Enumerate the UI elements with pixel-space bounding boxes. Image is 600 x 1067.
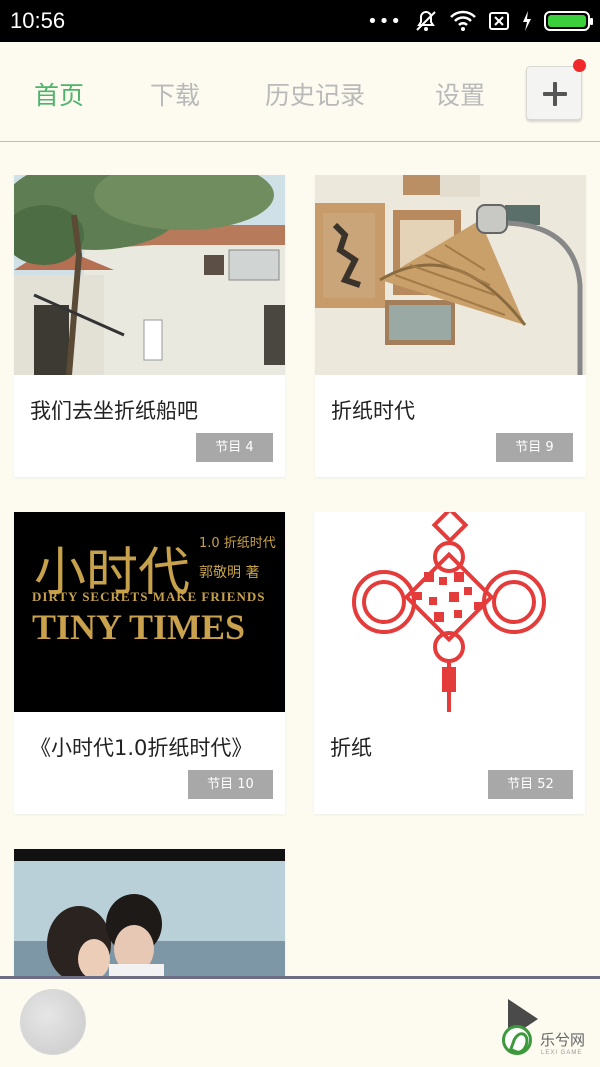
- poster-author: 郭敬明 著: [199, 565, 260, 581]
- sim-icon: [489, 12, 509, 30]
- album-card[interactable]: 小时代 1.0 折纸时代 郭敬明 著 DIRTY SECRETS MAKE FR…: [14, 512, 285, 814]
- album-avatar[interactable]: [20, 989, 86, 1055]
- plus-icon: [543, 82, 567, 106]
- card-title: 折纸: [330, 736, 372, 760]
- tab-settings[interactable]: 设置: [435, 76, 485, 112]
- tab-bar: 首页 下载 历史记录 设置: [0, 42, 600, 142]
- battery-icon: [544, 11, 593, 31]
- episode-badge: 节目 10: [188, 770, 273, 799]
- wifi-icon: [450, 10, 476, 31]
- tab-history[interactable]: 历史记录: [265, 76, 365, 112]
- album-card[interactable]: 折纸时代 节目 9: [315, 175, 586, 477]
- card-title: 折纸时代: [331, 399, 415, 423]
- status-icons: •••: [367, 9, 593, 33]
- notification-dot: [573, 59, 586, 72]
- status-time: 10:56: [10, 8, 66, 33]
- poster-tagline: DIRTY SECRETS MAKE FRIENDS: [32, 589, 266, 604]
- player-bar: 乐兮网 LEXI GAME: [0, 976, 600, 1067]
- chinese-knot-qr: [314, 512, 585, 712]
- poster-subtitle: 1.0 折纸时代: [199, 536, 276, 551]
- poster-title-en: TINY TIMES: [32, 607, 246, 647]
- watermark-text: 乐兮网: [540, 1031, 586, 1049]
- episode-badge: 节目 9: [496, 433, 573, 462]
- watermark-logo-icon: [502, 1025, 532, 1055]
- album-card[interactable]: [14, 849, 285, 976]
- tab-home[interactable]: 首页: [34, 76, 84, 112]
- status-bar: 10:56 •••: [0, 0, 600, 42]
- more-dots-icon: •••: [367, 10, 402, 32]
- mute-icon: [416, 10, 436, 31]
- card-title: 《小时代1.0折纸时代》: [30, 736, 253, 760]
- add-button[interactable]: [526, 66, 582, 120]
- couple-beach-photo: [14, 849, 285, 976]
- album-card[interactable]: 折纸 节目 52: [314, 512, 585, 814]
- album-card[interactable]: 我们去坐折纸船吧 节目 4: [14, 175, 285, 477]
- tab-download[interactable]: 下载: [150, 76, 200, 112]
- battery-fill: [548, 15, 586, 27]
- wicker-lamp-photo: [315, 175, 586, 375]
- card-title: 我们去坐折纸船吧: [30, 399, 198, 423]
- episode-badge: 节目 4: [196, 433, 273, 462]
- charging-icon: [523, 11, 531, 31]
- episode-badge: 节目 52: [488, 770, 573, 799]
- house-tree-photo: [14, 175, 285, 375]
- watermark-subtext: LEXI GAME: [541, 1050, 583, 1056]
- tiny-times-poster: 小时代 1.0 折纸时代 郭敬明 著 DIRTY SECRETS MAKE FR…: [14, 512, 285, 712]
